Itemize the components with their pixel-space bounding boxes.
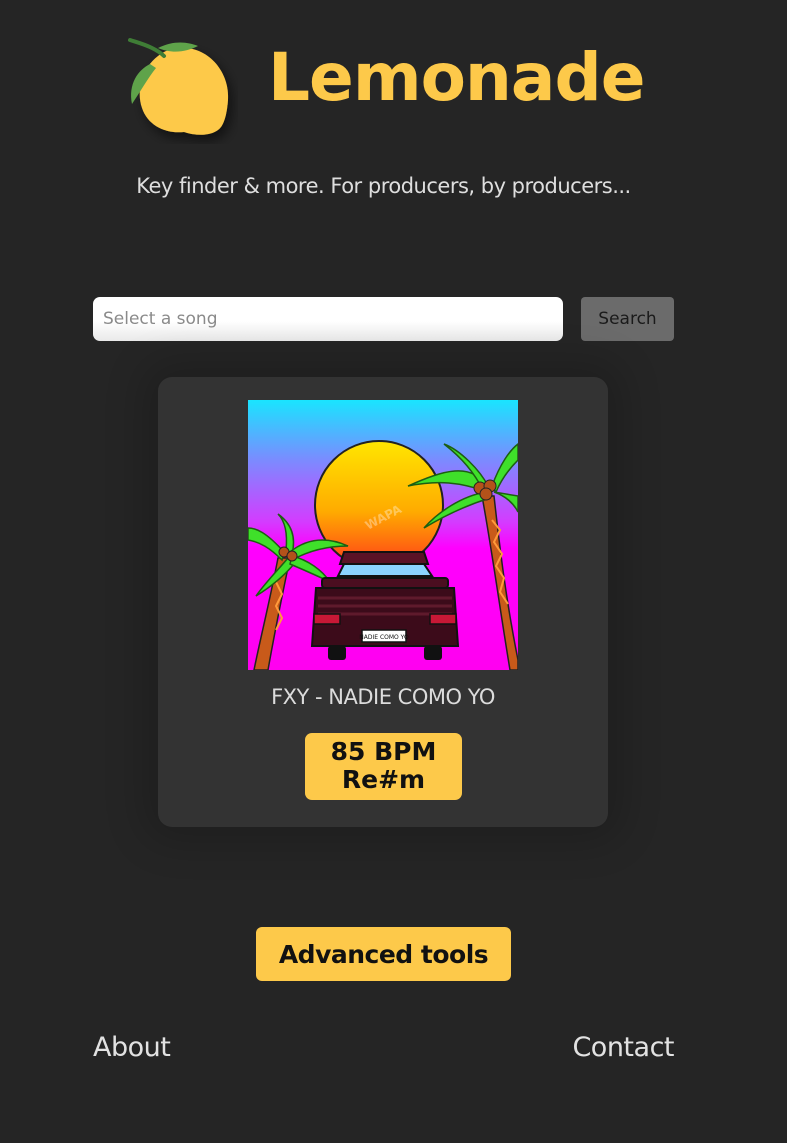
song-result-card: NADIE COMO YO WAPA FXY - NADIE COMO YO 8…	[158, 377, 608, 827]
lemon-icon	[128, 38, 229, 135]
page: Lemonade Key finder & more. For producer…	[0, 0, 787, 1143]
contact-link[interactable]: Contact	[572, 1030, 674, 1066]
license-plate-text: NADIE COMO YO	[359, 634, 409, 641]
tagline: Key finder & more. For producers, by pro…	[136, 174, 631, 198]
album-cover: NADIE COMO YO WAPA	[248, 400, 518, 670]
key-value: Re#m	[341, 765, 426, 794]
bpm-value: 85 BPM	[330, 737, 437, 766]
song-search-input[interactable]	[93, 297, 563, 341]
bpm-key-badge: 85 BPM Re#m	[305, 733, 462, 800]
advanced-tools-button[interactable]: Advanced tools	[256, 927, 511, 981]
search-button[interactable]: Search	[581, 297, 674, 341]
app-title: Lemonade	[268, 39, 645, 116]
about-link[interactable]: About	[93, 1030, 171, 1066]
song-title: FXY - NADIE COMO YO	[271, 685, 495, 709]
